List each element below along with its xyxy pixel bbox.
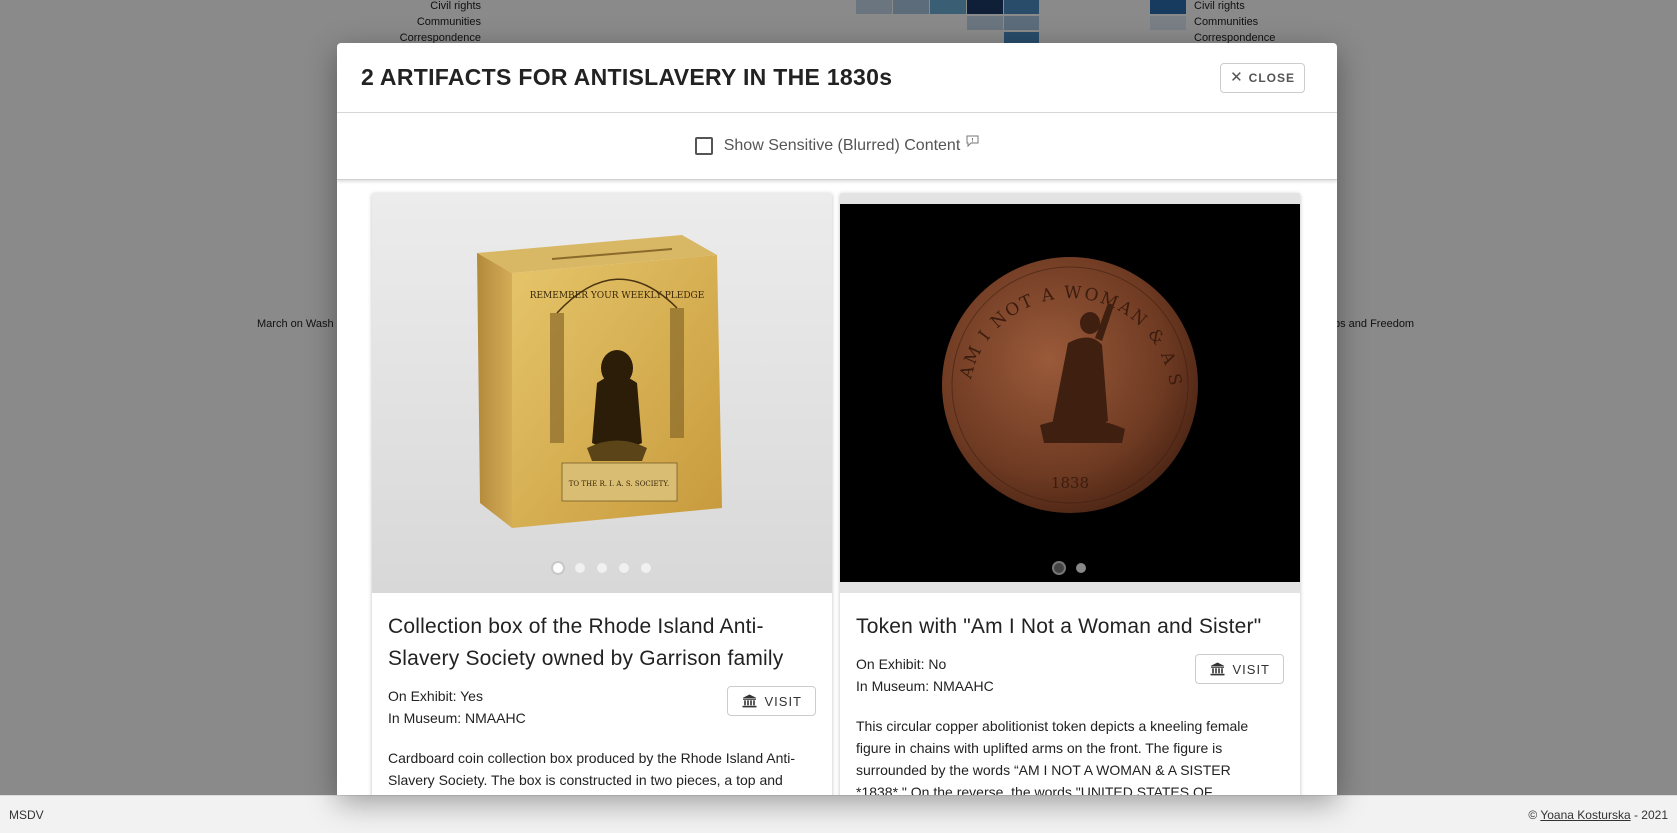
box-inscription: TO THE R. I. A. S. SOCIETY. xyxy=(569,480,670,488)
box-inscription: REMEMBER YOUR WEEKLY PLEDGE xyxy=(530,291,705,301)
footer-brand: MSDV xyxy=(9,807,44,822)
artifact-card: REMEMBER YOUR WEEKLY PLEDGE TO THE R. I.… xyxy=(372,193,832,795)
token-image: AM I NOT A WOMAN & A SISTER 1838 xyxy=(840,193,1198,513)
author-link[interactable]: Yoana Kosturska xyxy=(1540,808,1630,822)
artifact-title: Collection box of the Rhode Island Anti-… xyxy=(388,615,784,670)
artifact-description: Cardboard coin collection box produced b… xyxy=(388,750,796,788)
museum-icon xyxy=(1210,662,1225,676)
carousel-indicators xyxy=(840,563,1300,573)
carousel-indicators xyxy=(372,563,832,573)
on-exhibit: On Exhibit: Yes xyxy=(388,688,483,704)
dialog-header: 2 ARTIFACTS FOR ANTISLAVERY IN THE 1830s… xyxy=(337,43,1337,113)
coin-year: 1838 xyxy=(1051,474,1089,492)
close-button[interactable]: ✕ CLOSE xyxy=(1220,62,1305,93)
artifact-meta: On Exhibit: Yes In Museum: NMAAHC VISIT xyxy=(388,685,816,729)
sensitive-checkbox[interactable] xyxy=(694,137,713,155)
visit-button[interactable]: VISIT xyxy=(1195,654,1284,684)
carousel-dot[interactable] xyxy=(597,563,607,573)
sensitive-toggle-bar: Show Sensitive (Blurred) Content xyxy=(337,113,1337,180)
museum: In Museum: NMAAHC xyxy=(856,678,994,694)
museum-icon xyxy=(742,694,757,708)
carousel-dot[interactable] xyxy=(575,563,585,573)
artifact-title: Token with "Am I Not a Woman and Sister" xyxy=(856,615,1262,638)
carousel-dot[interactable] xyxy=(619,563,629,573)
sensitive-label[interactable]: Show Sensitive (Blurred) Content xyxy=(724,137,961,155)
carousel-dot[interactable] xyxy=(553,563,563,573)
artifact-meta: On Exhibit: No In Museum: NMAAHC VISIT xyxy=(856,653,1284,697)
artifact-card: AM I NOT A WOMAN & A SISTER 1838 Token w… xyxy=(840,193,1300,795)
museum: In Museum: NMAAHC xyxy=(388,710,526,726)
artifact-cards: REMEMBER YOUR WEEKLY PLEDGE TO THE R. I.… xyxy=(372,193,1302,795)
image-carousel[interactable]: AM I NOT A WOMAN & A SISTER 1838 xyxy=(840,193,1300,593)
visit-button[interactable]: VISIT xyxy=(727,686,816,716)
card-body: Token with "Am I Not a Woman and Sister"… xyxy=(840,593,1300,795)
footer-credit: © Yoana Kosturska - 2021 xyxy=(1528,807,1668,822)
dialog-title: 2 ARTIFACTS FOR ANTISLAVERY IN THE 1830s xyxy=(361,64,893,90)
carousel-dot[interactable] xyxy=(1054,563,1064,573)
artifacts-dialog: 2 ARTIFACTS FOR ANTISLAVERY IN THE 1830s… xyxy=(337,43,1337,795)
close-icon: ✕ xyxy=(1230,69,1244,86)
artifact-description: This circular copper abolitionist token … xyxy=(856,718,1249,795)
page-footer: MSDV © Yoana Kosturska - 2021 xyxy=(0,795,1677,833)
collection-box-image: REMEMBER YOUR WEEKLY PLEDGE TO THE R. I.… xyxy=(477,235,722,528)
image-carousel[interactable]: REMEMBER YOUR WEEKLY PLEDGE TO THE R. I.… xyxy=(372,193,832,593)
on-exhibit: On Exhibit: No xyxy=(856,656,947,672)
comment-icon[interactable] xyxy=(966,135,979,147)
card-body: Collection box of the Rhode Island Anti-… xyxy=(372,593,832,795)
carousel-dot[interactable] xyxy=(641,563,651,573)
carousel-dot[interactable] xyxy=(1076,563,1086,573)
